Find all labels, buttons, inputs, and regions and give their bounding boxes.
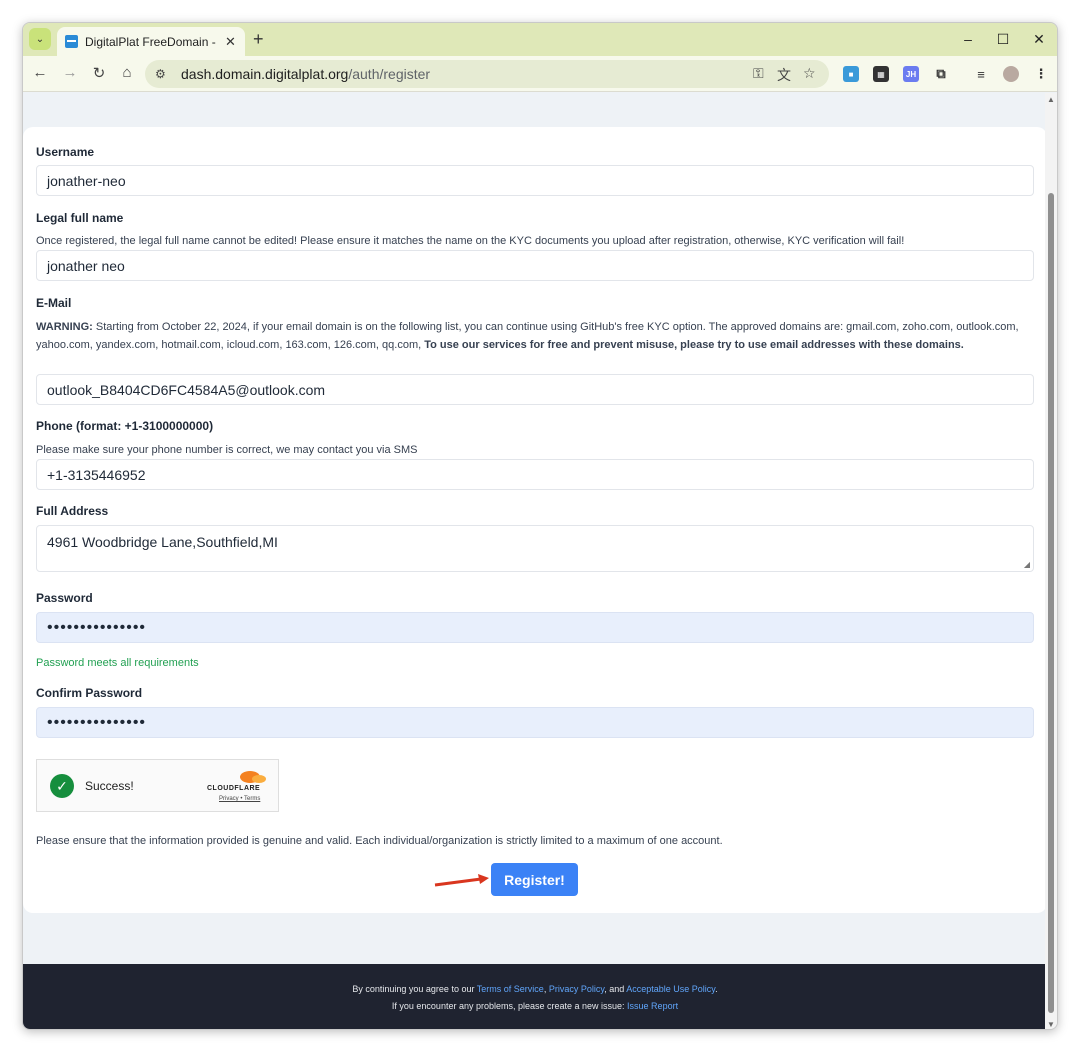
cloudflare-turnstile-widget[interactable]: ✓ Success! CLOUDFLARE Privacy • Terms bbox=[36, 759, 279, 812]
password-status: Password meets all requirements bbox=[36, 657, 199, 669]
address-value: 4961 Woodbridge Lane,Southfield,MI bbox=[47, 534, 278, 550]
translate-icon[interactable]: 文 bbox=[777, 65, 791, 85]
favicon-icon bbox=[65, 35, 78, 48]
browser-toolbar: ← → ↻ ⌂ ⚙ dash.domain.digitalplat.org/au… bbox=[23, 56, 1057, 92]
address-label: Full Address bbox=[36, 504, 109, 518]
scroll-down-icon[interactable]: ▼ bbox=[1047, 1020, 1055, 1029]
register-form-card: Username jonather-neo Legal full name On… bbox=[23, 127, 1047, 913]
back-button[interactable]: ← bbox=[30, 64, 50, 81]
scrollbar-thumb[interactable] bbox=[1048, 193, 1054, 1013]
minimize-button[interactable]: – bbox=[958, 31, 978, 47]
password-input[interactable]: ••••••••••••••• bbox=[36, 612, 1034, 643]
terms-link[interactable]: Terms of Service bbox=[477, 984, 544, 994]
legal-name-input[interactable]: jonather neo bbox=[36, 250, 1034, 281]
checkmark-icon: ✓ bbox=[50, 774, 74, 798]
puzzle-icon[interactable]: ⧉ bbox=[933, 66, 949, 82]
tab-search-button[interactable]: ⌄ bbox=[29, 28, 51, 50]
phone-label: Phone (format: +1-3100000000) bbox=[36, 419, 214, 433]
jh-extension-icon[interactable]: JH bbox=[903, 66, 919, 82]
footer-issue-line: If you encounter any problems, please cr… bbox=[391, 1001, 679, 1011]
phone-input[interactable]: +1-3135446952 bbox=[36, 459, 1034, 490]
star-icon[interactable]: ☆ bbox=[803, 65, 816, 82]
url-text[interactable]: dash.domain.digitalplat.org/auth/registe… bbox=[181, 66, 430, 82]
password-label: Password bbox=[36, 591, 93, 605]
key-icon[interactable]: ⚿ bbox=[753, 65, 764, 82]
close-window-button[interactable]: ✕ bbox=[1029, 31, 1049, 48]
apps-icon[interactable]: ■ bbox=[843, 66, 859, 82]
annotation-arrow-icon bbox=[434, 874, 489, 887]
vertical-scrollbar[interactable]: ▲ ▼ bbox=[1045, 93, 1057, 1029]
page-viewport: Username jonather-neo Legal full name On… bbox=[23, 93, 1047, 1029]
username-label: Username bbox=[36, 145, 95, 159]
cloudflare-brand: CLOUDFLARE bbox=[207, 785, 261, 792]
captcha-links[interactable]: Privacy • Terms bbox=[219, 796, 260, 802]
email-input[interactable]: outlook_B8404CD6FC4584A5@outlook.com bbox=[36, 374, 1034, 405]
grid-icon[interactable]: ▦ bbox=[873, 66, 889, 82]
aup-link[interactable]: Acceptable Use Policy bbox=[626, 984, 715, 994]
address-bar[interactable]: ⚙ dash.domain.digitalplat.org/auth/regis… bbox=[145, 60, 829, 88]
username-input[interactable]: jonather-neo bbox=[36, 165, 1034, 196]
page-footer: By continuing you agree to our Terms of … bbox=[23, 964, 1047, 1029]
forward-button[interactable]: → bbox=[60, 64, 80, 81]
confirm-password-label: Confirm Password bbox=[36, 686, 143, 700]
reading-list-icon[interactable]: ≡ bbox=[973, 66, 989, 82]
email-label: E-Mail bbox=[36, 296, 72, 310]
privacy-link[interactable]: Privacy Policy bbox=[549, 984, 604, 994]
account-notice: Please ensure that the information provi… bbox=[36, 835, 723, 847]
profile-avatar[interactable] bbox=[1003, 66, 1019, 82]
phone-help: Please make sure your phone number is co… bbox=[36, 444, 418, 456]
menu-icon[interactable]: ⋮ bbox=[1033, 66, 1049, 82]
cloudflare-logo-icon bbox=[240, 771, 266, 783]
home-button[interactable]: ⌂ bbox=[117, 64, 137, 81]
browser-window: ⌄ DigitalPlat FreeDomain - Reg ✕ + – ☐ ✕… bbox=[22, 22, 1058, 1030]
tab-title: DigitalPlat FreeDomain - Reg bbox=[85, 34, 217, 49]
site-info-icon[interactable]: ⚙ bbox=[155, 67, 171, 81]
chevron-down-icon: ⌄ bbox=[35, 33, 45, 45]
register-button[interactable]: Register! bbox=[491, 863, 578, 896]
title-bar: ⌄ DigitalPlat FreeDomain - Reg ✕ + – ☐ ✕ bbox=[23, 23, 1057, 56]
legal-name-help: Once registered, the legal full name can… bbox=[36, 235, 905, 247]
confirm-password-input[interactable]: ••••••••••••••• bbox=[36, 707, 1034, 738]
resize-grip-icon[interactable]: ◢ bbox=[1024, 560, 1030, 569]
maximize-button[interactable]: ☐ bbox=[993, 31, 1013, 48]
scroll-up-icon[interactable]: ▲ bbox=[1047, 95, 1055, 104]
active-tab[interactable]: DigitalPlat FreeDomain - Reg ✕ bbox=[57, 27, 245, 56]
address-textarea[interactable]: 4961 Woodbridge Lane,Southfield,MI ◢ bbox=[36, 525, 1034, 572]
footer-legal-line: By continuing you agree to our Terms of … bbox=[352, 984, 718, 994]
issue-report-link[interactable]: Issue Report bbox=[627, 1001, 678, 1011]
tab-close-icon[interactable]: ✕ bbox=[225, 34, 236, 50]
legal-name-label: Legal full name bbox=[36, 211, 124, 225]
new-tab-button[interactable]: + bbox=[253, 29, 264, 50]
captcha-status: Success! bbox=[85, 779, 134, 793]
email-warning: WARNING: Starting from October 22, 2024,… bbox=[36, 321, 1019, 351]
reload-button[interactable]: ↻ bbox=[89, 64, 109, 82]
